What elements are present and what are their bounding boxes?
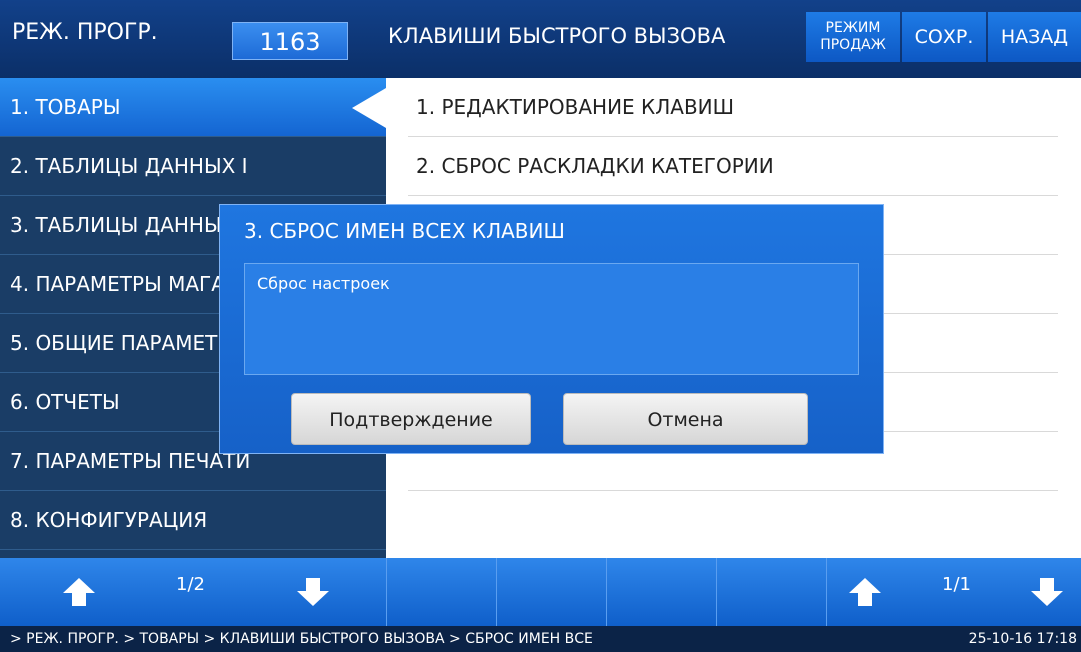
function-key-3[interactable]	[606, 558, 717, 626]
submenu-item-reset-category-layout[interactable]: 2. СБРОС РАСКЛАДКИ КАТЕГОРИИ	[408, 137, 1058, 196]
dialog-message-box: Сброс настроек	[244, 263, 859, 375]
breadcrumb: > РЕЖ. ПРОГР. > ТОВАРЫ > КЛАВИШИ БЫСТРОГ…	[10, 631, 593, 647]
sales-mode-button[interactable]: РЕЖИМ ПРОДАЖ	[806, 12, 900, 62]
sidebar-item-configuration[interactable]: 8. КОНФИГУРАЦИЯ	[0, 491, 386, 550]
program-number-field[interactable]: 1163	[232, 22, 348, 60]
sales-mode-line1: РЕЖИМ	[825, 20, 881, 36]
datetime: 25-10-16 17:18	[968, 631, 1077, 647]
function-key-1[interactable]	[386, 558, 497, 626]
dialog-message: Сброс настроек	[257, 274, 390, 293]
function-key-2[interactable]	[496, 558, 607, 626]
submenu-item-edit-keys[interactable]: 1. РЕДАКТИРОВАНИЕ КЛАВИШ	[408, 78, 1058, 137]
confirm-button[interactable]: Подтверждение	[291, 393, 531, 445]
arrow-up-icon[interactable]	[848, 576, 882, 612]
save-button[interactable]: СОХР.	[902, 12, 986, 62]
reset-confirm-dialog: 3. СБРОС ИМЕН ВСЕХ КЛАВИШ Сброс настроек…	[219, 204, 884, 454]
arrow-down-icon[interactable]	[1030, 576, 1064, 612]
sales-mode-line2: ПРОДАЖ	[820, 37, 886, 53]
back-button[interactable]: НАЗАД	[988, 12, 1081, 62]
arrow-down-icon[interactable]	[296, 576, 330, 612]
dialog-title: 3. СБРОС ИМЕН ВСЕХ КЛАВИШ	[244, 219, 565, 243]
function-key-4[interactable]	[716, 558, 827, 626]
status-bar: > РЕЖ. ПРОГР. > ТОВАРЫ > КЛАВИШИ БЫСТРОГ…	[0, 626, 1081, 652]
content-page-indicator: 1/1	[942, 574, 971, 595]
screen-title: КЛАВИШИ БЫСТРОГО ВЫЗОВА	[388, 24, 726, 48]
selection-pointer	[352, 88, 386, 128]
mode-label: РЕЖ. ПРОГР.	[12, 20, 158, 45]
sidebar-item-data-tables-1[interactable]: 2. ТАБЛИЦЫ ДАННЫХ I	[0, 137, 386, 196]
sidebar-page-indicator: 1/2	[176, 574, 205, 595]
sidebar-item-products[interactable]: 1. ТОВАРЫ	[0, 78, 386, 137]
arrow-up-icon[interactable]	[62, 576, 96, 612]
cancel-button[interactable]: Отмена	[563, 393, 808, 445]
top-bar: РЕЖ. ПРОГР. 1163 КЛАВИШИ БЫСТРОГО ВЫЗОВА…	[0, 0, 1081, 78]
bottom-toolbar: 1/2 1/1	[0, 558, 1081, 626]
